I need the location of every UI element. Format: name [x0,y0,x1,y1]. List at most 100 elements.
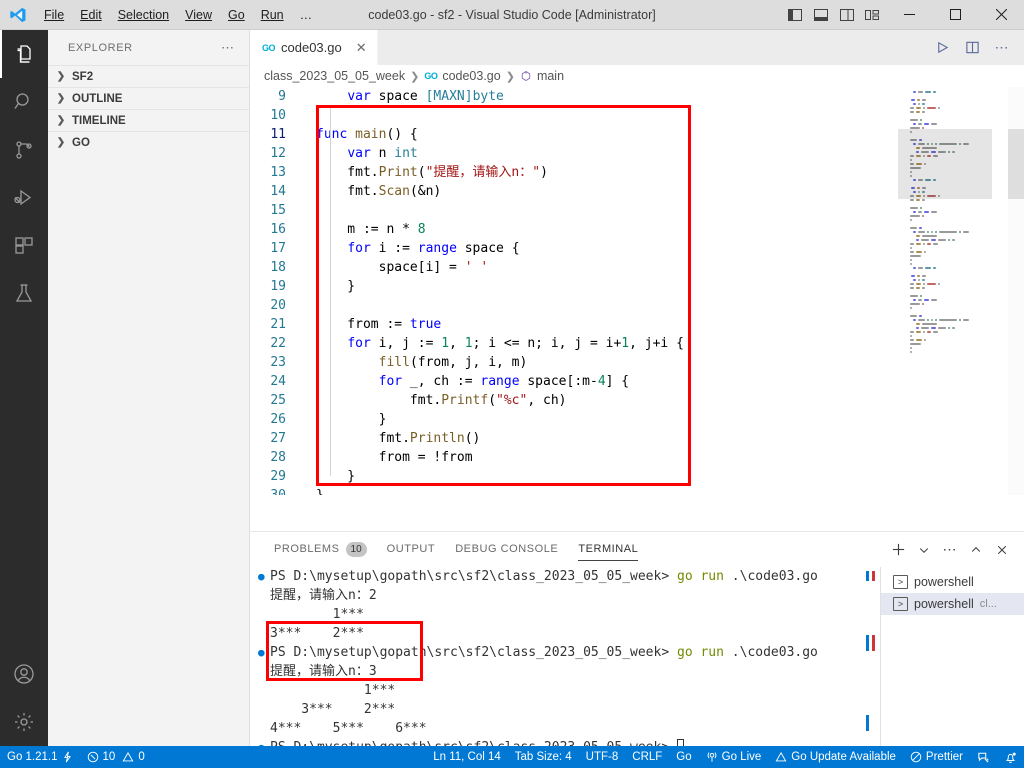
terminal-line-text: PS D:\mysetup\gopath\src\sf2\class_2023_… [270,645,818,660]
tab-problems[interactable]: PROBLEMS 10 [264,532,377,567]
breadcrumb-folder[interactable]: class_2023_05_05_week [264,69,405,83]
toggle-secondary-sidebar-icon[interactable] [834,0,860,30]
close-panel-button[interactable] [990,532,1014,567]
breadcrumb-file[interactable]: code03.go [442,69,500,83]
minimap-token [910,251,914,253]
minimap-token [915,199,920,201]
sidebar-item-sf2[interactable]: ❯ SF2 [48,65,249,87]
customize-layout-icon[interactable] [860,0,886,30]
terminal-line: 提醒，请输入n：3 [256,662,884,681]
code-editor[interactable]: 9 var space [MAXN]byte 10 11 func main() {1… [250,87,1024,495]
window-minimize-button[interactable] [886,0,932,30]
sidebar-item-timeline[interactable]: ❯ TIMELINE [48,109,249,131]
minimap-token [918,279,921,281]
status-go-version[interactable]: Go 1.21.1 [0,746,80,768]
minimap-token [910,255,922,257]
minimap-line [898,115,1008,118]
activity-bar-bottom [0,650,48,746]
line-number: 25 [270,393,286,408]
window-maximize-button[interactable] [932,0,978,30]
editor-tab-code03-go[interactable]: GO code03.go ✕ [250,30,378,65]
terminal-list-item-powershell-cl[interactable]: > powershell cl... [881,593,1024,615]
terminal-list-item-label: powershell [914,597,974,611]
chevron-right-icon: ❯ [56,71,66,82]
command-status-dot-icon: ● [258,570,265,583]
status-encoding[interactable]: UTF-8 [579,746,626,768]
terminal-line-gutter [256,681,270,700]
menu-more-label: … [299,7,313,22]
window-close-button[interactable] [978,0,1024,30]
minimap[interactable] [898,87,1008,495]
minimap-token [921,327,929,329]
activity-item-testing[interactable] [0,270,48,318]
activity-item-accounts[interactable] [0,650,48,698]
editor-scroll-thumb[interactable] [1008,129,1024,199]
toggle-panel-icon[interactable] [808,0,834,30]
run-code-button[interactable] [928,30,956,65]
menu-view[interactable]: View [177,0,220,30]
status-go-live[interactable]: Go Live [699,746,769,768]
line-number: 26 [270,412,286,427]
status-go-update[interactable]: Go Update Available [768,746,903,768]
menu-file[interactable]: File [36,0,72,30]
minimap-line [898,311,1008,314]
menu-edit[interactable]: Edit [72,0,110,30]
terminal-scrollbar[interactable] [866,567,880,747]
breadcrumb-symbol[interactable]: main [537,69,564,83]
minimap-token [915,339,923,341]
status-eol[interactable]: CRLF [625,746,669,768]
activity-item-manage[interactable] [0,698,48,746]
minimap-line [898,215,1008,218]
toggle-primary-sidebar-icon[interactable] [782,0,808,30]
activity-item-explorer[interactable] [0,30,48,78]
panel-more-actions-button[interactable]: ⋯ [938,532,962,567]
panel-actions: ⋯ [886,532,1024,567]
minimap-token [910,119,918,121]
status-cursor-position[interactable]: Ln 11, Col 14 [426,746,508,768]
tab-terminal-label: TERMINAL [578,543,639,555]
activity-item-run-and-debug[interactable] [0,174,48,222]
menu-run[interactable]: Run [253,0,292,30]
chevron-right-icon: ❯ [56,137,66,148]
minimap-token [923,299,929,301]
new-terminal-button[interactable] [886,532,910,567]
terminal-output[interactable]: ● PS D:\mysetup\gopath\src\sf2\class_2023… [250,567,884,747]
status-problems[interactable]: 10 0 [80,746,152,768]
terminal-icon: > [893,597,908,611]
menu-more[interactable]: … [292,0,321,30]
bell-dot-icon [1004,751,1017,764]
status-language-mode[interactable]: Go [669,746,698,768]
status-feedback[interactable] [970,746,997,768]
status-indentation[interactable]: Tab Size: 4 [508,746,579,768]
tab-output[interactable]: OUTPUT [377,532,446,567]
minimap-token [952,239,956,241]
editor-vertical-scrollbar[interactable] [1008,87,1024,495]
split-editor-button[interactable] [958,30,986,65]
activity-item-source-control[interactable] [0,126,48,174]
sidebar-item-go[interactable]: ❯ GO [48,131,249,153]
terminal-line: 3*** 2*** [256,624,884,643]
sidebar-item-outline[interactable]: ❯ OUTLINE [48,87,249,109]
terminal-dropdown-button[interactable] [912,532,936,567]
minimap-token [913,279,917,281]
sidebar-more-actions-icon[interactable]: ⋯ [221,40,235,56]
terminal-line-gutter [256,700,270,719]
terminal-list-item-powershell[interactable]: > powershell [881,571,1024,593]
activity-item-search[interactable] [0,78,48,126]
files-icon [12,42,36,66]
tab-debug-console[interactable]: DEBUG CONSOLE [445,532,568,567]
status-notifications[interactable] [997,746,1024,768]
menu-go[interactable]: Go [220,0,253,30]
tab-terminal[interactable]: TERMINAL [568,532,648,567]
chevron-right-icon: ❯ [56,93,66,104]
minimap-slider[interactable] [898,129,992,199]
activity-item-extensions[interactable] [0,222,48,270]
zap-icon [62,751,73,763]
maximize-panel-button[interactable] [964,532,988,567]
menu-selection[interactable]: Selection [110,0,177,30]
minimap-token [918,299,922,301]
editor-more-actions-button[interactable]: ⋯ [988,30,1016,65]
minimap-token [921,215,925,217]
close-icon[interactable]: ✕ [356,40,367,56]
status-prettier[interactable]: Prettier [903,746,970,768]
